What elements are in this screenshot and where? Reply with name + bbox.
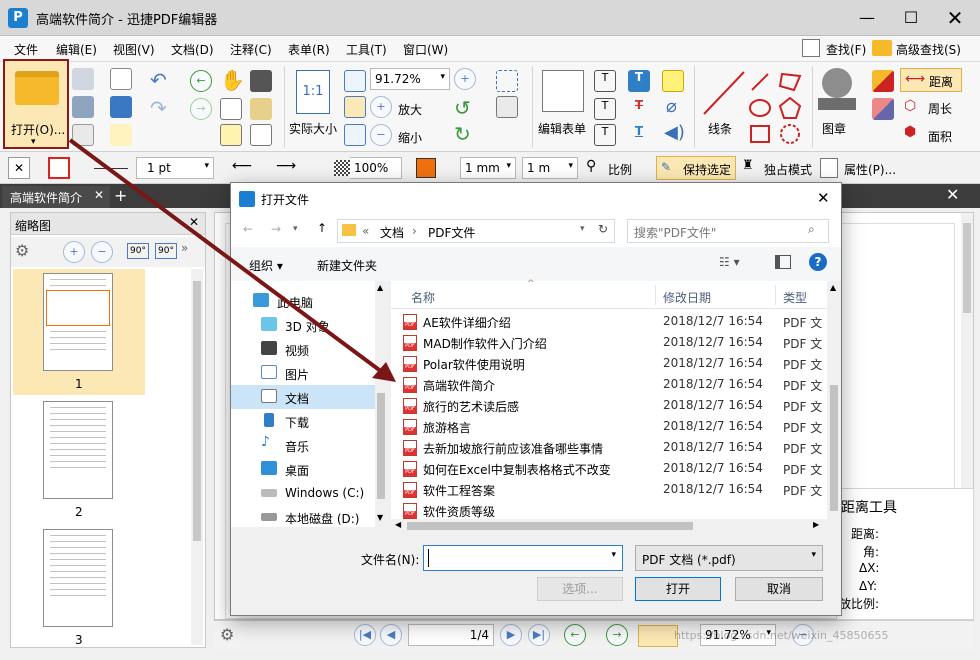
- callout-arrow: [68, 138, 396, 382]
